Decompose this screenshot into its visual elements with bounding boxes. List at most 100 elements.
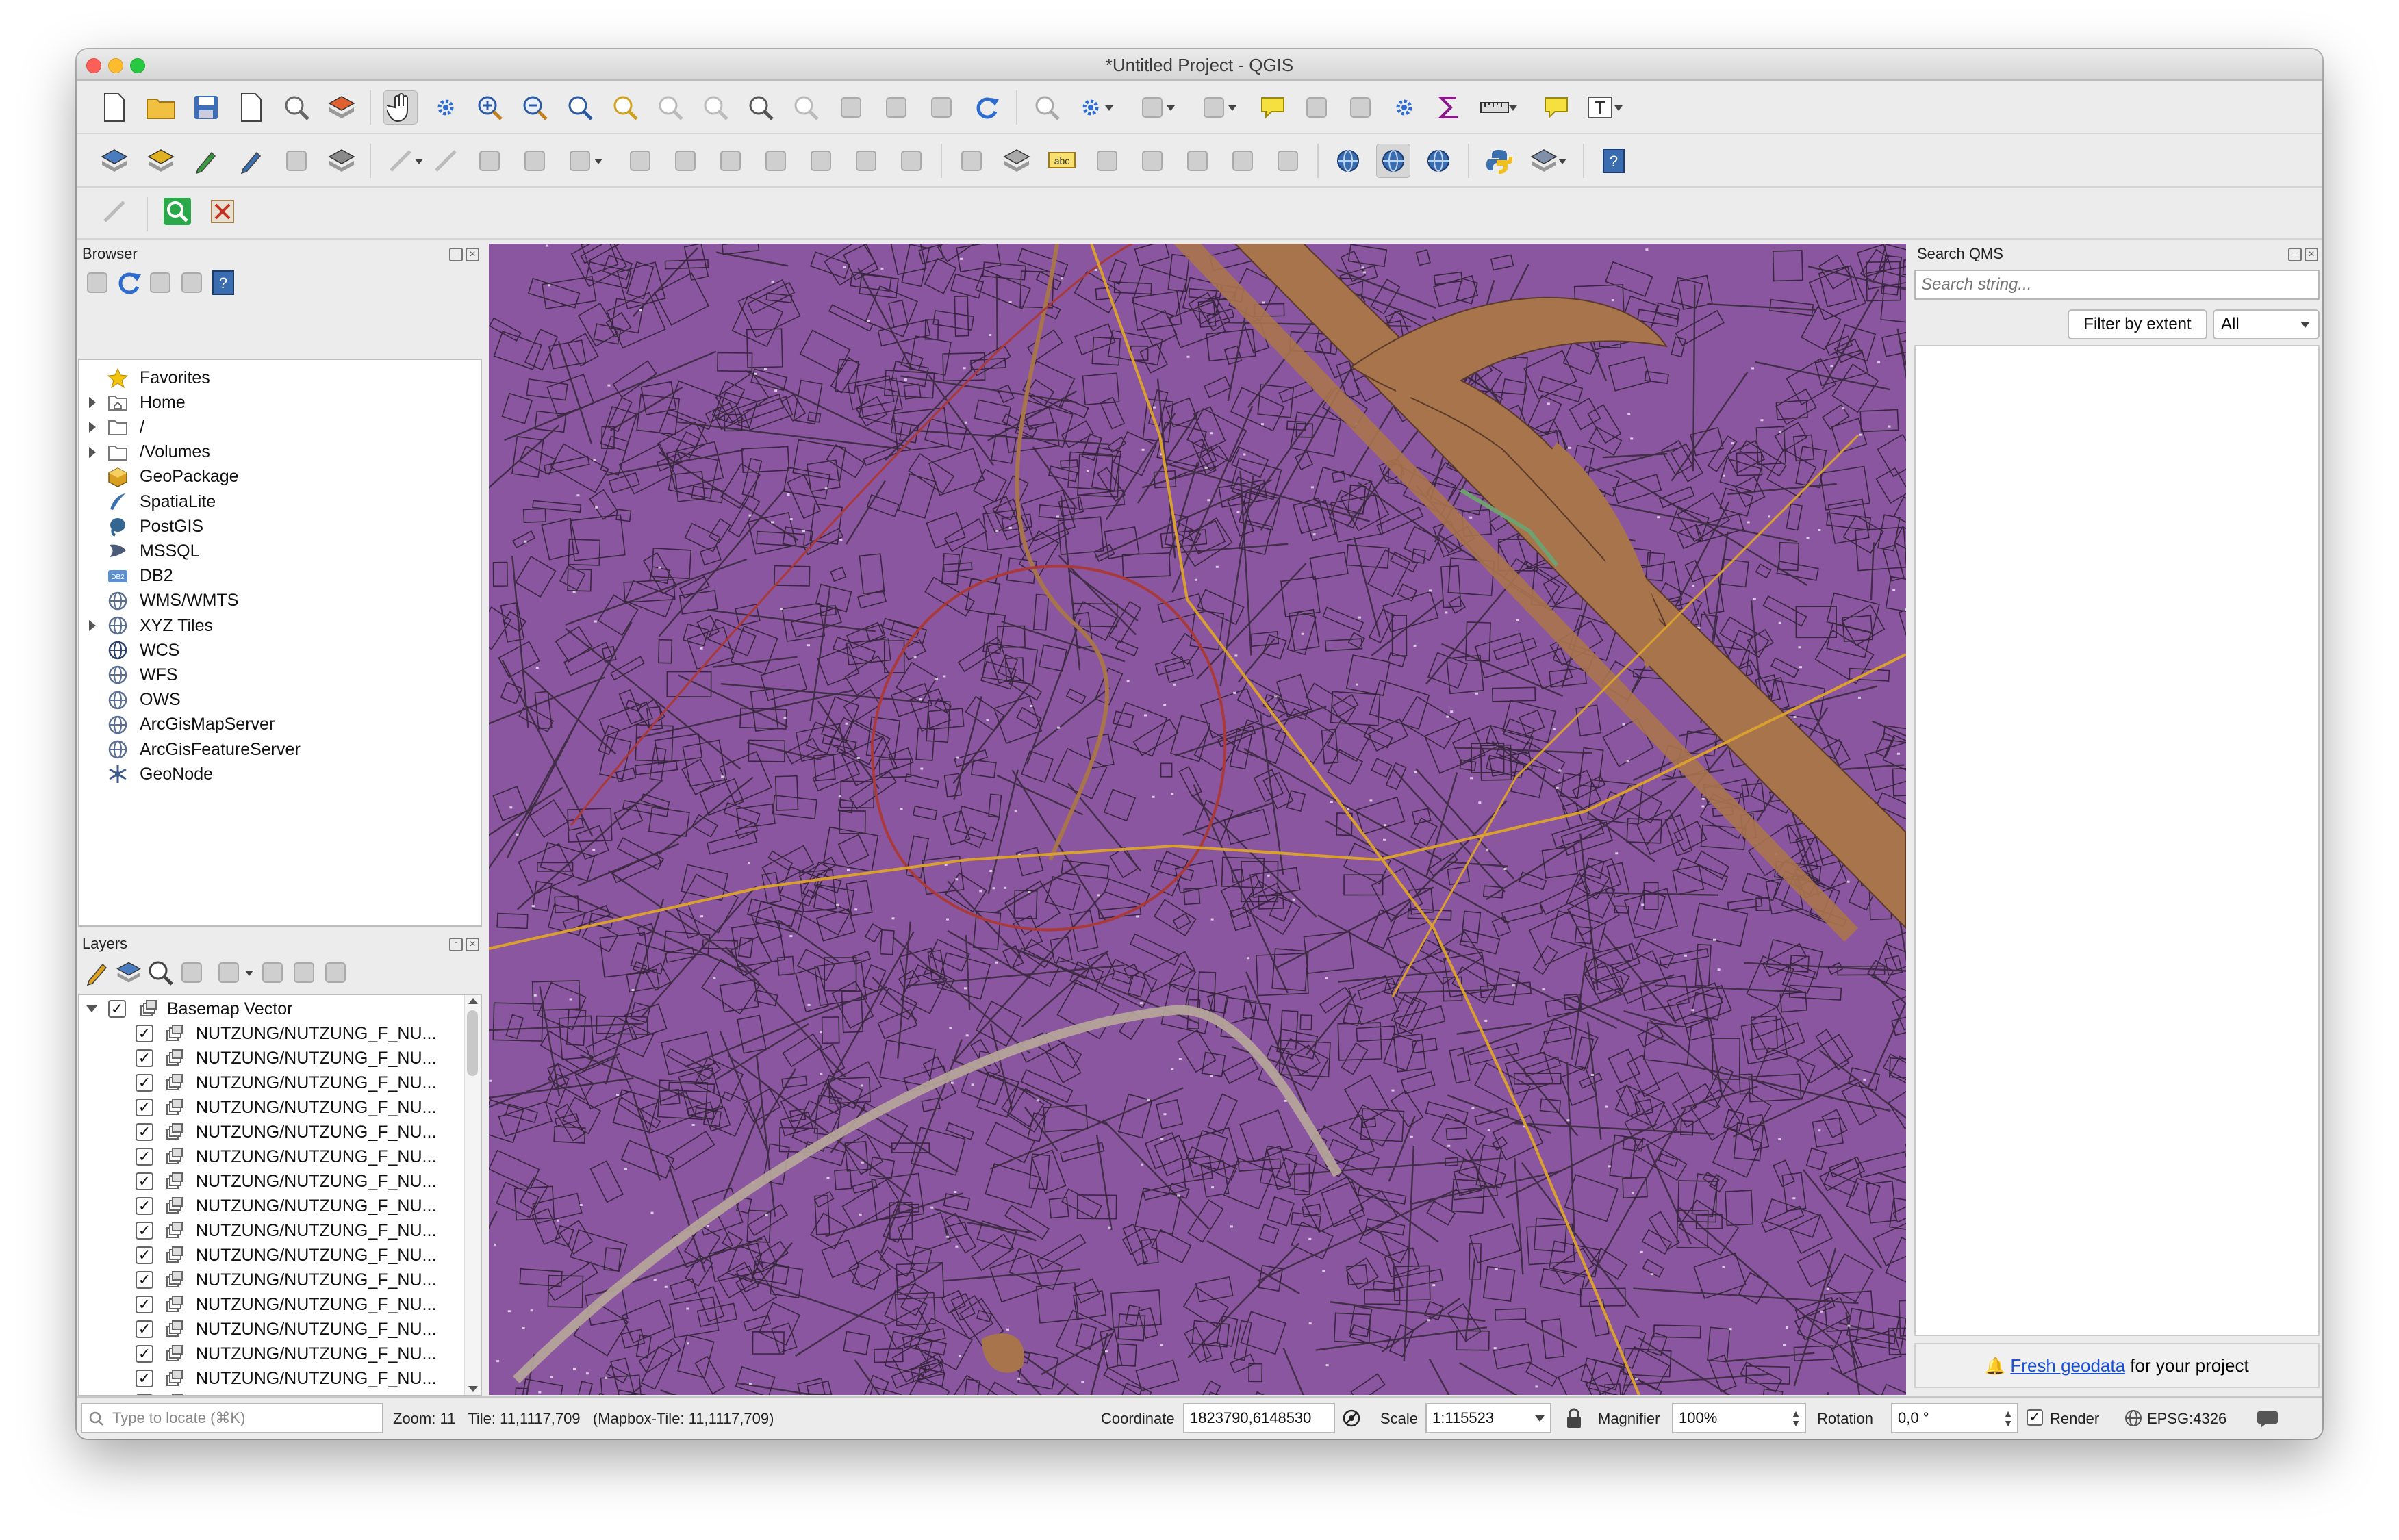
stepper-icon[interactable]: ▲ ▼ — [2003, 1409, 2013, 1428]
chevron-down-icon[interactable] — [1614, 105, 1623, 111]
scale-field[interactable]: 1:115523 — [1425, 1403, 1551, 1433]
new-spatialite-layer-button[interactable] — [234, 144, 268, 178]
browser-item-db2[interactable]: DB2 DB2 — [79, 564, 481, 589]
layer-diagram-options-button[interactable] — [1000, 144, 1034, 178]
layer-item[interactable]: ✓ NUTZUNG/NUTZUNG_F_NU... — [79, 1218, 463, 1243]
zoom-last-button[interactable] — [744, 90, 778, 125]
float-panel-icon[interactable]: ▫ — [449, 248, 463, 261]
layer-item[interactable]: ✓ NUTZUNG/NUTZUNG_F_NU... — [79, 1268, 463, 1292]
rotate-label-button[interactable] — [1226, 144, 1260, 178]
layer-item[interactable]: ✓ NUTZUNG/NUTZUNG_F_NU... — [79, 1144, 463, 1169]
style-manager-button[interactable] — [325, 90, 359, 125]
browser-item-geonode[interactable]: GeoNode — [79, 762, 481, 786]
layer-visibility-checkbox[interactable]: ✓ — [136, 1148, 153, 1166]
messages-icon[interactable] — [2257, 1409, 2279, 1429]
new-print-layout-button[interactable] — [234, 90, 268, 125]
layer-item[interactable]: ✓ NUTZUNG/NUTZUNG_F_NU... — [79, 1120, 463, 1144]
refresh-button[interactable] — [969, 90, 1004, 125]
layer-item[interactable]: ✓ NUTZUNG/NUTZUNG_F_NU... — [79, 1070, 463, 1095]
new-virtual-layer-button[interactable] — [325, 144, 359, 178]
save-project-button[interactable] — [189, 90, 223, 125]
browser-item-mssql[interactable]: MSSQL — [79, 539, 481, 563]
identify-features-button[interactable] — [1030, 90, 1064, 125]
actions-button[interactable] — [1074, 90, 1113, 125]
show-layout-manager-button[interactable] — [279, 90, 314, 125]
pin-labels-button[interactable] — [1090, 144, 1124, 178]
pan-map-button[interactable] — [383, 90, 418, 125]
new-project-button[interactable] — [97, 90, 131, 125]
paste-features-button[interactable] — [804, 144, 838, 178]
map-canvas[interactable] — [489, 244, 1906, 1395]
browser-item-favorites[interactable]: Favorites — [79, 365, 481, 390]
crs-label[interactable]: EPSG:4326 — [2147, 1410, 2226, 1428]
render-checkbox[interactable]: ✓ — [2027, 1409, 2043, 1426]
open-field-calculator-button[interactable] — [1343, 90, 1378, 125]
help-contents-button[interactable]: ? — [1597, 144, 1631, 178]
map-tips-button[interactable] — [1539, 90, 1573, 125]
layer-visibility-checkbox[interactable]: ✓ — [136, 1345, 153, 1363]
plugin-tool-button[interactable] — [205, 194, 240, 229]
zoom-to-selection-button[interactable] — [608, 90, 642, 125]
show-hide-labels-button[interactable] — [1135, 144, 1169, 178]
toggle-extents-icon[interactable] — [1341, 1407, 1362, 1429]
layer-visibility-checkbox[interactable]: ✓ — [136, 1123, 153, 1141]
chevron-down-icon[interactable] — [1167, 105, 1175, 111]
layer-item[interactable]: ✓ NUTZUNG/NUTZUNG_F_NU... — [79, 1243, 463, 1268]
maximize-window-button[interactable] — [130, 58, 145, 73]
layer-labeling-options-button[interactable] — [954, 144, 989, 178]
close-panel-icon[interactable]: × — [466, 938, 479, 951]
change-label-button[interactable] — [1271, 144, 1305, 178]
collapse-arrow-icon[interactable] — [86, 1005, 97, 1012]
layer-visibility-checkbox[interactable]: ✓ — [136, 1025, 153, 1042]
expand-arrow-icon[interactable] — [89, 446, 96, 458]
layer-visibility-checkbox[interactable]: ✓ — [136, 1320, 153, 1338]
layer-visibility-checkbox[interactable]: ✓ — [136, 1197, 153, 1215]
filter-by-expression-button[interactable] — [210, 955, 253, 990]
browser-item-wms-wmts[interactable]: WMS/WMTS — [79, 589, 481, 613]
add-selected-layers-button[interactable] — [84, 266, 111, 300]
layer-visibility-checkbox[interactable]: ✓ — [136, 1074, 153, 1092]
layer-group-checkbox[interactable]: ✓ — [108, 1000, 126, 1018]
redo-button[interactable] — [894, 144, 928, 178]
layer-visibility-checkbox[interactable]: ✓ — [136, 1271, 153, 1289]
layer-item[interactable]: ✓ NUTZUNG/NUTZUNG_F_NU... — [79, 1046, 463, 1070]
crs-globe-icon[interactable] — [2124, 1409, 2143, 1428]
qms-type-select[interactable]: All — [2213, 309, 2320, 339]
refresh-browser-button[interactable] — [115, 266, 142, 300]
layer-item[interactable]: ✓ NUTZUNG/NUTZUNG_F_NU... — [79, 1292, 463, 1317]
toggle-editing-button[interactable] — [429, 144, 463, 178]
browser-item-arcgismapserver[interactable]: ArcGisMapServer — [79, 713, 481, 737]
open-layer-styling-button[interactable] — [84, 955, 111, 990]
zoom-full-button[interactable] — [563, 90, 597, 125]
copy-features-button[interactable] — [759, 144, 793, 178]
expand-arrow-icon[interactable] — [89, 620, 96, 631]
layer-item[interactable]: ✓ NUTZUNG/NUTZUNG_F_NU... — [79, 1021, 463, 1046]
expand-all-button[interactable] — [259, 955, 286, 990]
close-panel-icon[interactable]: × — [466, 248, 479, 261]
layer-visibility-checkbox[interactable]: ✓ — [136, 1246, 153, 1264]
chevron-down-icon[interactable] — [1509, 105, 1517, 111]
browser-item-xyz-tiles[interactable]: XYZ Tiles — [79, 613, 481, 638]
layer-item[interactable]: ✓ NUTZUNG/NUTZUNG_F_NU... — [79, 1391, 463, 1395]
open-attribute-table-button[interactable] — [1299, 90, 1334, 125]
expand-arrow-icon[interactable] — [89, 397, 96, 409]
fresh-geodata-link[interactable]: Fresh geodata — [2010, 1355, 2125, 1376]
browser-item-wcs[interactable]: WCS — [79, 638, 481, 663]
toolbox-button[interactable] — [1387, 90, 1421, 125]
open-project-button[interactable] — [144, 90, 178, 125]
collapse-all-layers-button[interactable] — [290, 955, 318, 990]
zoom-next-button[interactable] — [789, 90, 823, 125]
layer-visibility-checkbox[interactable]: ✓ — [136, 1172, 153, 1190]
collapse-all-button[interactable] — [178, 266, 205, 300]
python-console-button[interactable] — [1482, 144, 1516, 178]
add-group-button[interactable] — [115, 955, 142, 990]
rotation-field[interactable]: 0,0 ° ▲ ▼ — [1891, 1403, 2018, 1433]
layer-visibility-checkbox[interactable]: ✓ — [136, 1222, 153, 1240]
chevron-down-icon[interactable] — [1105, 105, 1113, 111]
minimize-window-button[interactable] — [108, 58, 123, 73]
layer-item[interactable]: ✓ NUTZUNG/NUTZUNG_F_NU... — [79, 1317, 463, 1342]
text-annotation-button[interactable] — [1583, 90, 1623, 125]
coordinate-field[interactable]: 1823790,6148530 — [1183, 1403, 1335, 1433]
layers-scrollbar[interactable] — [464, 995, 481, 1395]
layer-item[interactable]: ✓ NUTZUNG/NUTZUNG_F_NU... — [79, 1194, 463, 1218]
